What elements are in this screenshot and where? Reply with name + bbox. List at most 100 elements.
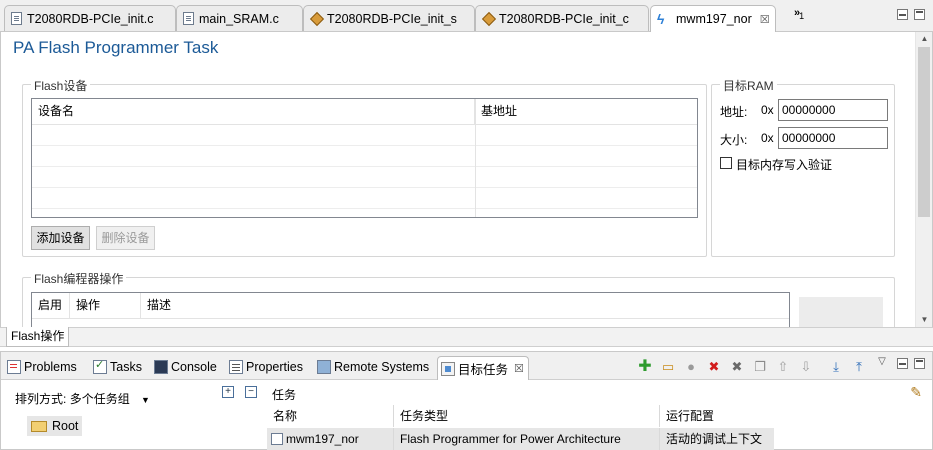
form-page-tabbar: Flash操作 — [0, 327, 933, 347]
flash-devices-table[interactable]: 设备名 基地址 — [31, 98, 698, 218]
run-icon[interactable]: ● — [683, 359, 699, 375]
tab-label: 目标任务 — [458, 363, 509, 377]
properties-icon — [229, 360, 243, 374]
maximize-icon[interactable] — [914, 9, 925, 20]
tab-label: Problems — [24, 360, 77, 374]
task-config-cell: 活动的调试上下文 — [666, 432, 763, 446]
move-up-icon[interactable]: ⇧ — [775, 359, 791, 375]
dropdown-arrow-icon: ▼ — [141, 395, 150, 405]
verify-label: 目标内存写入验证 — [736, 158, 833, 172]
verify-checkbox[interactable] — [720, 157, 732, 169]
scroll-down-icon[interactable]: ▼ — [916, 313, 933, 327]
editor-tab-t2080rdb-pcie-init-c-2[interactable]: T2080RDB-PCIe_init_c — [475, 5, 649, 31]
tab-label: Properties — [246, 360, 303, 374]
delete-icon[interactable]: ✖ — [706, 359, 722, 375]
editor-tab-t2080rdb-pcie-init-s[interactable]: T2080RDB-PCIe_init_s — [303, 5, 475, 31]
open-folder-icon[interactable]: ▭ — [660, 359, 676, 375]
group-label: 目标RAM — [720, 77, 777, 94]
remote-systems-icon — [317, 360, 331, 374]
target-tasks-icon — [441, 361, 455, 376]
tasks-icon — [93, 358, 107, 374]
target-ram-group: 目标RAM 地址: 0x 大小: 0x 目标内存写入验证 — [711, 77, 895, 257]
tree-item-label: Root — [52, 419, 79, 433]
column-header-enable[interactable]: 启用 — [32, 293, 70, 319]
editor-tab-label: main_SRAM.c — [199, 11, 279, 26]
column-header-description[interactable]: 描述 — [141, 293, 741, 319]
flash-task-icon: ϟ — [657, 11, 665, 27]
tab-label: Remote Systems — [334, 360, 430, 374]
asm-file-icon — [481, 11, 497, 26]
views-panel: Problems Tasks Console Properties Remote… — [0, 351, 933, 450]
table-header: 设备名 基地址 — [32, 99, 697, 125]
delete-all-icon[interactable]: ✖ — [729, 359, 745, 375]
add-device-button[interactable]: 添加设备 — [31, 226, 90, 250]
scrollbar-thumb[interactable] — [918, 47, 930, 217]
close-icon[interactable]: ☒ — [760, 13, 770, 26]
minimize-icon[interactable] — [897, 358, 908, 369]
overflow-count: 1 — [799, 11, 804, 22]
sort-selector[interactable]: 排列方式: 多个任务组 ▼ — [15, 390, 150, 407]
task-type-cell: Flash Programmer for Power Architecture — [394, 428, 660, 450]
tab-label: Console — [171, 360, 217, 374]
table-row[interactable] — [32, 125, 697, 146]
scroll-up-icon[interactable]: ▲ — [916, 32, 933, 46]
tab-target-tasks[interactable]: 目标任务 ☒ — [437, 356, 529, 380]
edit-icon[interactable]: ✎ — [910, 384, 922, 401]
address-label: 地址: — [720, 105, 748, 119]
task-icon — [271, 433, 283, 445]
minimize-icon[interactable] — [897, 9, 908, 20]
tab-tasks[interactable]: Tasks — [90, 356, 142, 378]
editor-tab-mwm197-nor[interactable]: ϟ mwm197_nor ☒ — [650, 5, 776, 32]
table-row[interactable] — [32, 146, 697, 167]
remove-device-button[interactable]: 删除设备 — [96, 226, 155, 250]
c-file-icon — [11, 12, 22, 25]
page-title: PA Flash Programmer Task — [13, 38, 219, 57]
editor-scrollbar[interactable]: ▲ ▼ — [915, 32, 932, 327]
view-menu-icon[interactable]: ▽ — [874, 354, 890, 370]
editor-tab-main-sram-c[interactable]: main_SRAM.c — [176, 5, 303, 31]
collapse-all-icon[interactable]: − — [245, 386, 257, 398]
column-header-name[interactable]: 名称 — [267, 405, 394, 427]
tree-item-root[interactable]: Root — [27, 416, 83, 436]
address-field[interactable] — [778, 99, 888, 121]
editor-tab-t2080rdb-pcie-init-c[interactable]: T2080RDB-PCIe_init.c — [4, 5, 176, 31]
table-header: 启用 操作 描述 — [32, 293, 789, 319]
flash-operations-table[interactable]: 启用 操作 描述 — [31, 292, 790, 332]
close-icon[interactable]: ☒ — [514, 362, 524, 375]
task-name-cell: mwm197_nor — [267, 428, 394, 450]
table-row[interactable]: mwm197_nor Flash Programmer for Power Ar… — [267, 428, 774, 450]
sort-label: 排列方式: — [15, 392, 67, 406]
column-header-run-config[interactable]: 运行配置 — [660, 405, 774, 427]
tab-problems[interactable]: Problems — [4, 356, 77, 378]
tab-console[interactable]: Console — [151, 356, 217, 378]
size-field[interactable] — [778, 127, 888, 149]
folder-icon — [31, 420, 47, 432]
group-label: Flash编程器操作 — [31, 270, 127, 287]
column-header-device-name[interactable]: 设备名 — [32, 99, 475, 125]
tab-flash-operations[interactable]: Flash操作 — [6, 327, 70, 347]
c-file-icon — [183, 12, 194, 25]
column-header-base-address[interactable]: 基地址 — [475, 99, 697, 125]
table-row[interactable] — [32, 188, 697, 209]
group-label: Flash设备 — [31, 77, 91, 94]
column-divider — [475, 99, 476, 217]
import-icon[interactable]: ⤓ — [828, 359, 844, 375]
console-icon — [154, 360, 168, 374]
tab-properties[interactable]: Properties — [226, 356, 303, 378]
table-row[interactable] — [32, 167, 697, 188]
editor-tab-label: T2080RDB-PCIe_init.c — [27, 11, 154, 26]
size-prefix: 0x — [761, 131, 774, 145]
export-icon[interactable]: ⤒ — [851, 359, 867, 375]
copy-icon[interactable]: ❐ — [752, 359, 768, 375]
tab-overflow-button[interactable]: »1 — [794, 7, 804, 22]
tab-remote-systems[interactable]: Remote Systems — [314, 356, 429, 378]
flash-programmer-editor: PA Flash Programmer Task Flash设备 设备名 基地址… — [0, 32, 933, 337]
address-prefix: 0x — [761, 103, 774, 117]
column-header-task-type[interactable]: 任务类型 — [394, 405, 660, 427]
column-header-operation[interactable]: 操作 — [70, 293, 141, 319]
move-down-icon[interactable]: ⇩ — [798, 359, 814, 375]
maximize-icon[interactable] — [914, 358, 925, 369]
asm-file-icon — [309, 11, 325, 26]
expand-all-icon[interactable]: + — [222, 386, 234, 398]
add-icon[interactable]: ✚ — [637, 359, 653, 375]
